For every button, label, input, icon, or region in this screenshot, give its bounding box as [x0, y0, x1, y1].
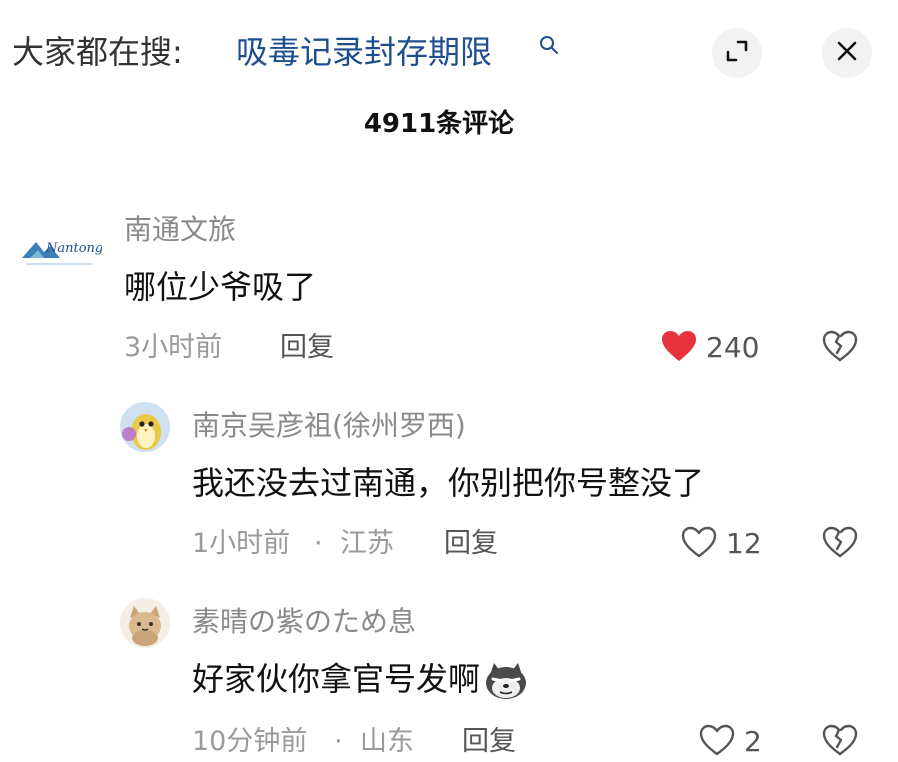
comment-text: 我还没去过南通，你别把你号整没了 — [192, 464, 705, 502]
like-count: 2 — [744, 725, 762, 758]
like-button[interactable]: 240 — [660, 328, 759, 368]
reply-button[interactable]: 回复 — [280, 328, 334, 368]
husky-emoji-icon — [482, 661, 530, 701]
username[interactable]: 素晴の紫のため息 — [192, 602, 416, 642]
close-icon — [835, 39, 859, 67]
expand-icon — [724, 38, 750, 68]
heart-filled-icon — [660, 329, 698, 367]
dislike-button[interactable] — [818, 722, 862, 762]
avatar[interactable]: Nantong — [16, 208, 102, 294]
like-button[interactable]: 2 — [698, 722, 762, 762]
cat-avatar-icon — [120, 598, 170, 648]
avatar[interactable] — [120, 402, 170, 452]
comment-count-title: 4911条评论 — [363, 109, 515, 139]
comment-text: 好家伙你拿官号发啊 — [192, 656, 530, 702]
search-suggestion-bar: 大家都在搜: 吸毒记录封存期限 — [0, 0, 898, 110]
comment-time: 10分钟前 — [192, 726, 308, 757]
username[interactable]: 南京吴彦祖(徐州罗西) — [192, 406, 466, 446]
comment-text-body: 好家伙你拿官号发啊 — [192, 660, 481, 698]
search-icon[interactable] — [538, 34, 560, 56]
heart-outline-icon — [680, 525, 718, 563]
dislike-button[interactable] — [818, 328, 862, 368]
like-count: 240 — [706, 331, 760, 364]
broken-heart-icon — [821, 525, 859, 563]
meta-separator: · — [314, 528, 323, 559]
broken-heart-icon — [821, 329, 859, 367]
username[interactable]: 南通文旅 — [124, 210, 236, 250]
expand-button[interactable] — [712, 28, 762, 78]
close-button[interactable] — [822, 28, 872, 78]
reply-button[interactable]: 回复 — [444, 524, 498, 564]
search-suggestion-link[interactable]: 吸毒记录封存期限 — [236, 30, 492, 74]
dislike-button[interactable] — [818, 524, 862, 564]
meta-separator: · — [334, 726, 343, 757]
nantong-logo-icon: Nantong — [16, 208, 102, 294]
comment-location: 江苏 — [340, 528, 394, 559]
comment-text: 哪位少爷吸了 — [124, 268, 317, 306]
like-count: 12 — [726, 527, 762, 560]
broken-heart-icon — [821, 723, 859, 761]
comment-time: 3小时前 — [124, 332, 223, 363]
search-prefix-label: 大家都在搜: — [12, 33, 183, 71]
like-button[interactable]: 12 — [680, 524, 762, 564]
comment-location: 山东 — [360, 726, 414, 757]
heart-outline-icon — [698, 723, 736, 761]
reply-button[interactable]: 回复 — [462, 722, 516, 762]
penguin-avatar-icon — [120, 402, 170, 452]
avatar[interactable] — [120, 598, 170, 648]
svg-text:Nantong: Nantong — [45, 241, 102, 256]
comment-time: 1小时前 — [192, 528, 291, 559]
